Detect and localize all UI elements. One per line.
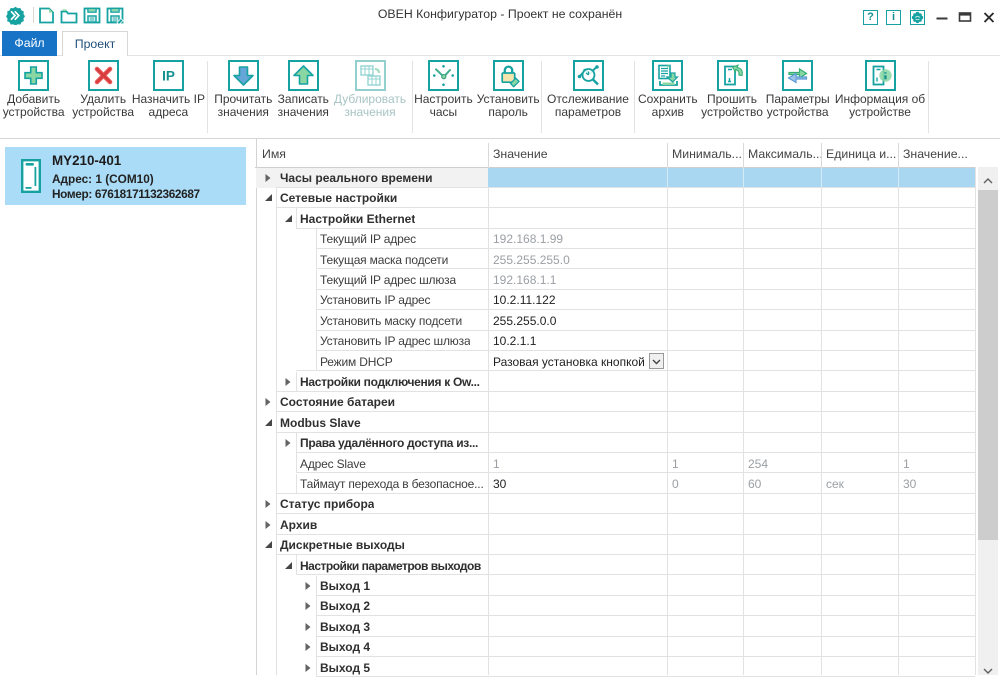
svg-text:IP: IP [162,69,175,84]
